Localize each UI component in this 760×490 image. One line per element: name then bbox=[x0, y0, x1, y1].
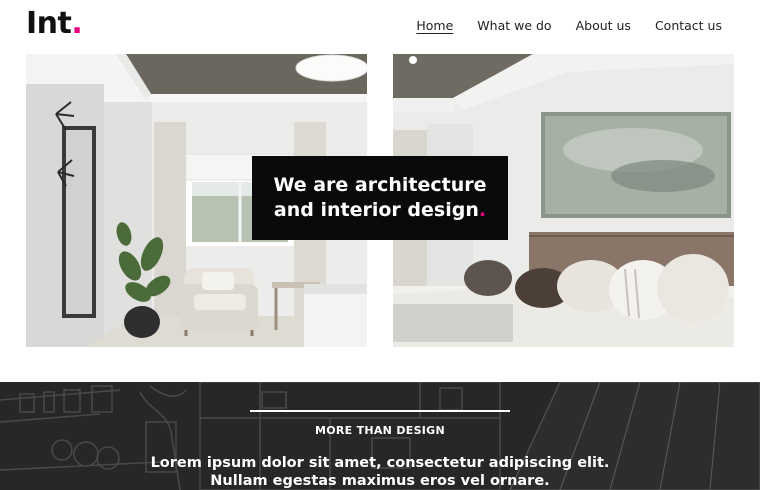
logo[interactable]: Int. bbox=[26, 6, 83, 41]
headline-line-2-text: and interior design bbox=[273, 199, 479, 221]
nav-about-us[interactable]: About us bbox=[576, 18, 631, 33]
main-nav: Home What we do About us Contact us bbox=[416, 18, 722, 33]
logo-dot: . bbox=[71, 6, 83, 41]
hero-headline: We are architecture and interior design. bbox=[252, 156, 508, 240]
headline-line-2: and interior design. bbox=[274, 198, 486, 223]
more-than-design-section: MORE THAN DESIGN Lorem ipsum dolor sit a… bbox=[0, 382, 760, 490]
site-header: Int. Home What we do About us Contact us bbox=[0, 0, 760, 54]
section-kicker: MORE THAN DESIGN bbox=[314, 424, 446, 437]
section-divider bbox=[250, 410, 510, 412]
headline-line-1: We are architecture bbox=[273, 174, 487, 196]
nav-what-we-do[interactable]: What we do bbox=[477, 18, 551, 33]
nav-home[interactable]: Home bbox=[416, 18, 453, 33]
headline-dot: . bbox=[478, 199, 487, 221]
section-body: Lorem ipsum dolor sit amet, consectetur … bbox=[150, 455, 610, 489]
nav-contact-us[interactable]: Contact us bbox=[655, 18, 722, 33]
logo-text: Int bbox=[26, 6, 72, 41]
